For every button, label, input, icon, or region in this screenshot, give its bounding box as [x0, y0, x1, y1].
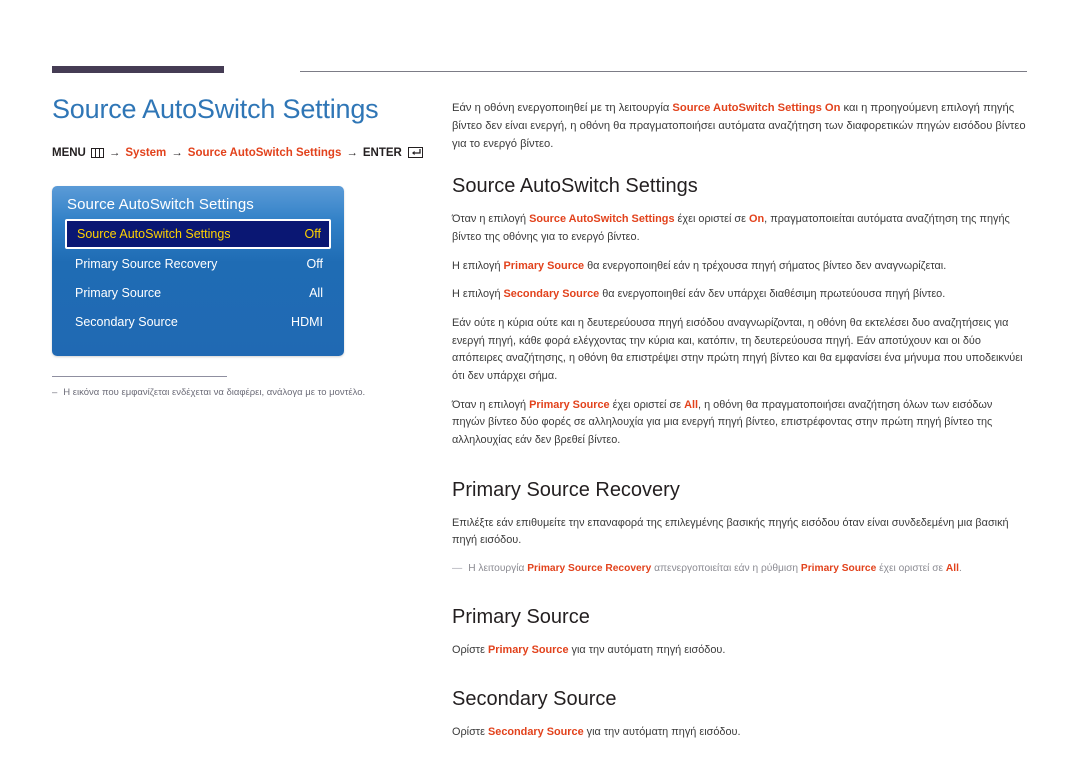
osd-row-label: Source AutoSwitch Settings — [77, 227, 231, 241]
secondary-source-paragraph: Ορίστε Secondary Source για την αυτόματη… — [452, 724, 1028, 742]
page-title: Source AutoSwitch Settings — [52, 94, 379, 124]
text-a: Η επιλογή — [452, 259, 504, 272]
text-d: . — [958, 562, 962, 574]
section-heading-source-autoswitch-settings: Source AutoSwitch Settings — [452, 175, 698, 198]
osd-row-label: Secondary Source — [75, 314, 178, 329]
intro-text-a: Εάν η οθόνη ενεργοποιηθεί με τη λειτουργ… — [452, 102, 673, 114]
keyword-all: All — [684, 398, 699, 411]
intro-keyword: Source AutoSwitch Settings On — [672, 102, 841, 114]
footnote-text: Η εικόνα που εμφανίζεται ενδέχεται να δι… — [63, 387, 366, 398]
autoswitch-paragraph-2: Η επιλογή Primary Source θα ενεργοποιηθε… — [452, 258, 1028, 276]
footnote-dash: – — [52, 387, 58, 398]
recovery-paragraph-1: Επιλέξτε εάν επιθυμείτε την επαναφορά τη… — [452, 516, 1009, 547]
osd-row-primary-source-recovery[interactable]: Primary Source Recovery Off — [65, 249, 331, 278]
osd-row-value: Off — [306, 256, 323, 271]
keyword-primary-source: Primary Source — [488, 643, 569, 656]
text-b: θα ενεργοποιηθεί εάν η τρέχουσα πηγή σήμ… — [584, 259, 947, 272]
header-rules — [52, 66, 1027, 78]
text-b: απενεργοποιείται εάν η ρύθμιση — [651, 562, 801, 574]
enter-return-icon — [407, 147, 423, 159]
header-accent-bar — [52, 66, 224, 73]
keyword-secondary-source: Secondary Source — [488, 726, 584, 739]
autoswitch-paragraph-1: Όταν η επιλογή Source AutoSwitch Setting… — [452, 211, 1028, 246]
keyword-primary-source: Primary Source — [503, 259, 585, 272]
osd-row-primary-source[interactable]: Primary Source All — [65, 278, 331, 307]
osd-panel-title: Source AutoSwitch Settings — [67, 196, 254, 213]
breadcrumb-item-source-autoswitch-settings[interactable]: Source AutoSwitch Settings — [188, 147, 342, 159]
keyword-on: On — [749, 213, 765, 226]
text-b: έχει οριστεί σε — [609, 398, 685, 411]
right-column: Εάν η οθόνη ενεργοποιηθεί με τη λειτουργ… — [452, 99, 1028, 742]
text-b: για την αυτόματη πηγή εισόδου. — [568, 643, 726, 656]
left-footnote: – Η εικόνα που εμφανίζεται ενδέχεται να … — [52, 376, 412, 400]
keyword-primary-source: Primary Source — [529, 398, 610, 411]
footnote-line: – Η εικόνα που εμφανίζεται ενδέχεται να … — [52, 386, 412, 400]
primary-source-paragraph: Ορίστε Primary Source για την αυτόματη π… — [452, 642, 1028, 660]
keyword-all: All — [945, 562, 959, 574]
text-b: θα ενεργοποιηθεί εάν δεν υπάρχει διαθέσι… — [599, 288, 946, 301]
osd-row-source-autoswitch-settings[interactable]: Source AutoSwitch Settings Off — [65, 219, 331, 249]
text-b: για την αυτόματη πηγή εισόδου. — [583, 726, 741, 739]
menu-grid-icon — [90, 147, 104, 158]
text-a: Η λειτουργία — [468, 562, 528, 574]
text-b: έχει οριστεί σε — [674, 213, 750, 226]
intro-paragraph: Εάν η οθόνη ενεργοποιηθεί με τη λειτουργ… — [452, 99, 1028, 153]
osd-row-secondary-source[interactable]: Secondary Source HDMI — [65, 307, 331, 336]
text-a: Όταν η επιλογή — [452, 213, 530, 226]
section-heading-primary-source-recovery: Primary Source Recovery — [452, 478, 680, 501]
breadcrumb-arrow-1: → — [108, 146, 121, 159]
keyword-secondary-source: Secondary Source — [503, 288, 600, 301]
note-dash: — — [452, 562, 462, 574]
recovery-note: — Η λειτουργία Primary Source Recovery α… — [452, 561, 1028, 577]
footnote-divider — [52, 376, 227, 377]
note-body: Η λειτουργία Primary Source Recovery απε… — [468, 561, 962, 577]
osd-row-label: Primary Source — [75, 285, 162, 300]
keyword-primary-source-recovery: Primary Source Recovery — [527, 562, 652, 574]
keyword-primary-source: Primary Source — [800, 562, 877, 574]
section-heading-secondary-source: Secondary Source — [452, 688, 617, 711]
breadcrumb-enter-label: ENTER — [362, 146, 402, 159]
text-a: Ορίστε — [452, 643, 488, 656]
osd-row-value: Off — [304, 227, 321, 241]
breadcrumb: MENU → System → Source AutoSwitch Settin… — [52, 147, 432, 159]
section-heading-primary-source: Primary Source — [452, 605, 590, 628]
left-column: Source AutoSwitch Settings MENU → System… — [52, 94, 432, 175]
osd-row-label: Primary Source Recovery — [75, 256, 218, 271]
osd-row-value: All — [309, 285, 323, 300]
text-a: Όταν η επιλογή — [452, 398, 530, 411]
osd-menu-panel: Source AutoSwitch Settings Source AutoSw… — [52, 186, 344, 356]
breadcrumb-arrow-2: → — [171, 146, 183, 159]
breadcrumb-menu-label: MENU — [52, 146, 86, 159]
text-a: Η επιλογή — [452, 288, 504, 301]
autoswitch-paragraph-3: Η επιλογή Secondary Source θα ενεργοποιη… — [452, 286, 1028, 304]
breadcrumb-item-system[interactable]: System — [125, 147, 166, 159]
text-a: Ορίστε — [452, 726, 488, 739]
keyword-source-autoswitch-settings: Source AutoSwitch Settings — [529, 213, 675, 226]
header-divider-line — [300, 71, 1027, 72]
autoswitch-paragraph-4: Εάν ούτε η κύρια ούτε και η δευτερεύουσα… — [452, 317, 1023, 383]
breadcrumb-arrow-3: → — [346, 146, 358, 159]
autoswitch-paragraph-5: Όταν η επιλογή Primary Source έχει οριστ… — [452, 397, 1028, 450]
text-c: έχει οριστεί σε — [876, 562, 946, 574]
osd-row-value: HDMI — [291, 314, 323, 329]
